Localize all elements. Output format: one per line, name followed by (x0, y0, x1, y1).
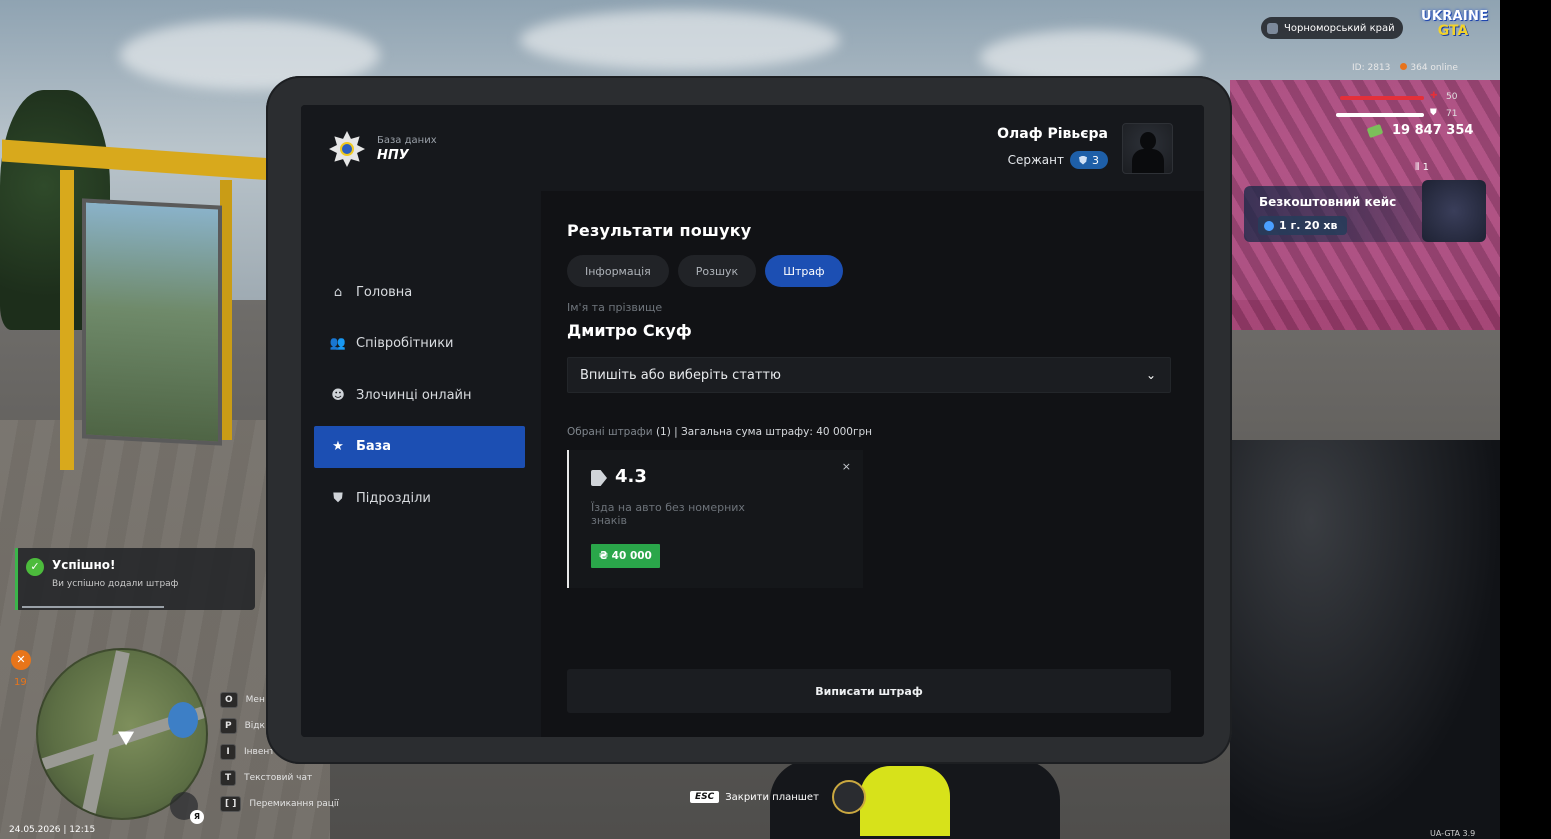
remove-fine-button[interactable]: × (842, 460, 851, 473)
online-icon (1400, 63, 1408, 70)
online-count: 364 online (1400, 63, 1458, 73)
voice-key: Я (190, 810, 204, 824)
fine-card: 4.3 × Їзда на авто без номерних знаків ₴… (567, 450, 863, 588)
selected-fines-summary: Обрані штрафи (1) | Загальна сума штрафу… (567, 426, 872, 438)
page-title: Результати пошуку (567, 221, 752, 240)
brand-title: НПУ (377, 148, 409, 163)
tablet-header: Олаф Рівьєра Сержант 3 (541, 105, 1204, 191)
notification-message: Ви успішно додали штраф (52, 579, 179, 589)
game-logo: UKRAINE GTA (1421, 9, 1489, 44)
armor-icon: ⛊ (1430, 108, 1437, 118)
brand: База даних НПУ (329, 131, 437, 167)
money-display: 19 847 354 (1366, 123, 1474, 138)
hunger-icon: ✕ (11, 650, 31, 670)
logo-line2: GTA (1437, 23, 1469, 39)
issue-fine-button[interactable]: Виписати штраф (567, 669, 1171, 713)
free-case-title: Безкоштовний кейс (1259, 195, 1397, 209)
notification-progress (22, 606, 165, 608)
armor-bar (1336, 113, 1424, 117)
check-icon: ✓ (26, 558, 44, 576)
logo-line1: UKRAINE (1421, 9, 1489, 24)
tab-fine[interactable]: Штраф (765, 255, 843, 287)
sidebar: База даних НПУ ⌂ Головна 👥 Співробітники… (301, 105, 541, 737)
brand-subtitle: База даних (377, 135, 437, 146)
summary-details: (1) | Загальна сума штрафу: 40 000грн (655, 426, 873, 438)
player-info: ID: 2813 364 online (1352, 63, 1458, 73)
free-case-timer: 1 г. 20 хв (1258, 216, 1348, 235)
fine-article-code: 4.3 (615, 466, 647, 487)
close-tablet-label: Закрити планшет (725, 791, 819, 803)
main-nav: ⌂ Головна 👥 Співробітники ☻ Злочинці онл… (314, 271, 525, 529)
armor-value: 71 (1446, 109, 1458, 119)
notification-title: Успішно! (52, 558, 116, 572)
tag-icon (591, 470, 607, 486)
avatar[interactable] (1122, 123, 1173, 174)
success-notification: ✓ Успішно! Ви успішно додали штраф (15, 548, 255, 610)
ammo-display: ⦀ 1 (1415, 162, 1429, 173)
game-version: UA-GTA 3.9 (1430, 829, 1476, 838)
shield-icon (1267, 22, 1278, 34)
search-results-panel: Результати пошуку Інформація Розшук Штра… (541, 191, 1204, 737)
nav-item-criminals-online[interactable]: ☻ Злочинці онлайн (314, 374, 525, 416)
shield-icon (1079, 155, 1087, 165)
nav-item-database[interactable]: ★ База (314, 425, 525, 468)
screen-border (1500, 0, 1551, 839)
case-image (1422, 180, 1486, 242)
car (1230, 440, 1500, 839)
user-rank-row: Сержант 3 (1008, 151, 1108, 169)
name-label: Ім'я та прізвище (567, 301, 663, 314)
bus-stop-poster (82, 198, 222, 446)
user-name: Олаф Рівьєра (997, 126, 1108, 142)
nav-item-home[interactable]: ⌂ Головна (314, 271, 525, 313)
free-case-widget[interactable]: Безкоштовний кейс 1 г. 20 хв (1244, 180, 1486, 242)
article-select-placeholder: Впишіть або виберіть статтю (580, 367, 781, 383)
star-icon: ★ (332, 439, 344, 454)
user-rank: Сержант (1007, 153, 1064, 167)
tab-information[interactable]: Інформація (567, 255, 669, 287)
date-time: 24.05.2026 | 12:15 (9, 825, 96, 835)
rank-badge: 3 (1070, 151, 1108, 169)
nav-label: Головна (356, 284, 413, 300)
summary-prefix: Обрані штрафи (567, 426, 653, 438)
keybind-row: [ ] Перемикання рації (220, 791, 339, 817)
article-select[interactable]: Впишіть або виберіть статтю ⌄ (567, 357, 1171, 393)
police-emblem-icon (329, 131, 365, 167)
health-value: 50 (1446, 92, 1458, 102)
close-tablet-hint: ESC Закрити планшет (690, 791, 819, 803)
people-icon: 👥 (329, 336, 347, 351)
fine-description: Їзда на авто без номерних знаків (591, 501, 745, 527)
nav-label: База (356, 439, 392, 454)
rank-level: 3 (1092, 153, 1099, 167)
heart-icon: ✚ (1430, 91, 1438, 101)
hunger-value: 19 (14, 677, 27, 688)
nav-item-departments[interactable]: ⛊ Підрозділи (314, 477, 525, 519)
cash-icon (1366, 123, 1384, 138)
tab-wanted[interactable]: Розшук (677, 255, 757, 287)
fine-amount-badge: ₴ 40 000 (591, 544, 660, 568)
shield-icon: ⛊ (333, 490, 343, 506)
esc-key: ESC (690, 791, 720, 803)
keybind-row: T Текстовий чат (220, 765, 339, 791)
nav-item-employees[interactable]: 👥 Співробітники (314, 323, 525, 365)
result-tabs: Інформація Розшук Штраф (567, 255, 843, 287)
player-id: ID: 2813 (1352, 63, 1391, 73)
home-icon: ⌂ (333, 284, 343, 300)
mask-icon: ☻ (331, 387, 345, 403)
nav-label: Злочинці онлайн (356, 387, 472, 403)
bus-stop (2, 139, 302, 480)
money-value: 19 847 354 (1392, 123, 1474, 138)
server-badge: Чорноморський край (1261, 17, 1403, 39)
clock-icon (1264, 220, 1274, 231)
nav-label: Підрозділи (356, 490, 431, 506)
health-bar (1340, 96, 1424, 100)
chevron-down-icon: ⌄ (1145, 368, 1157, 382)
tablet-screen: База даних НПУ ⌂ Головна 👥 Співробітники… (301, 105, 1204, 737)
nav-label: Співробітники (356, 336, 454, 351)
server-name: Чорноморський край (1284, 22, 1395, 34)
name-value: Дмитро Скуф (567, 321, 692, 340)
